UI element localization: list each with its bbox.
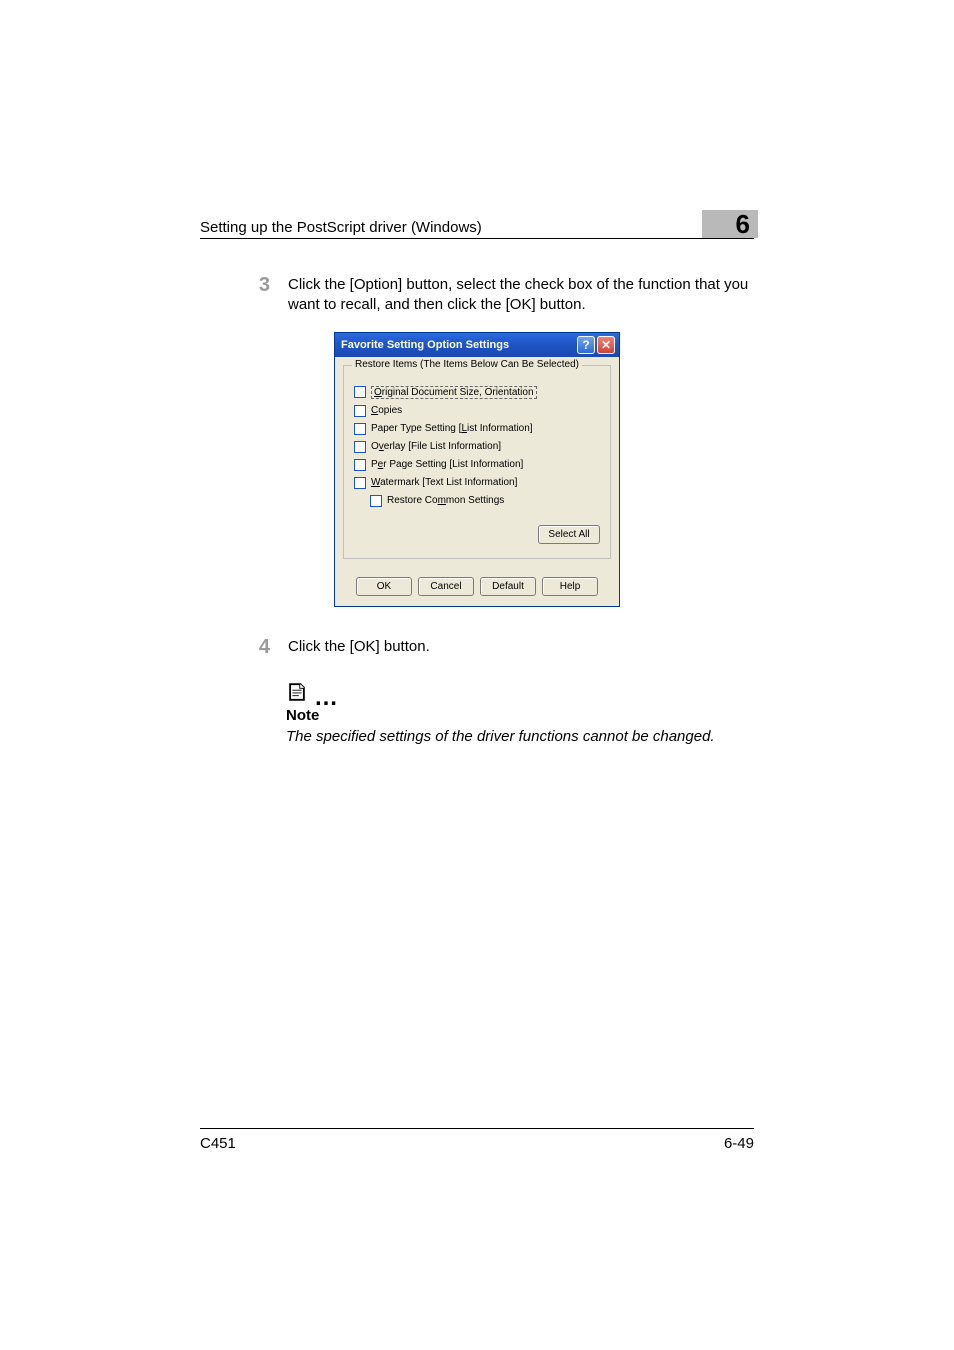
step-4: 4 Click the [OK] button.: [200, 637, 754, 657]
checkbox-label: Copies: [371, 405, 402, 416]
footer-model: C451: [200, 1135, 236, 1152]
checkbox-paper-type[interactable]: Paper Type Setting [List Information]: [354, 423, 600, 435]
default-button[interactable]: Default: [480, 577, 536, 596]
chapter-number: 6: [702, 210, 758, 238]
step-3: 3 Click the [Option] button, select the …: [200, 275, 754, 316]
select-all-button[interactable]: Select All: [538, 525, 600, 544]
step-text: Click the [Option] button, select the ch…: [288, 275, 754, 316]
footer-page: 6-49: [724, 1135, 754, 1152]
step-number: 3: [248, 275, 288, 316]
dialog-titlebar: Favorite Setting Option Settings ? ✕: [335, 333, 619, 357]
option-settings-dialog: Favorite Setting Option Settings ? ✕ Res…: [334, 332, 620, 607]
checkbox-restore-common[interactable]: Restore Common Settings: [370, 495, 600, 507]
checkbox-label: Overlay [File List Information]: [371, 441, 501, 452]
group-legend: Restore Items (The Items Below Can Be Se…: [352, 359, 582, 370]
checkbox-label: Restore Common Settings: [387, 495, 504, 506]
checkbox-original-size[interactable]: Original Document Size, Orientation: [354, 386, 600, 399]
checkbox-icon[interactable]: [354, 386, 366, 398]
note-icon: [286, 681, 308, 703]
checkbox-icon[interactable]: [354, 477, 366, 489]
dialog-title: Favorite Setting Option Settings: [341, 339, 509, 351]
checkbox-watermark[interactable]: Watermark [Text List Information]: [354, 477, 600, 489]
checkbox-icon[interactable]: [354, 459, 366, 471]
checkbox-label: Per Page Setting [List Information]: [371, 459, 523, 470]
checkbox-icon[interactable]: [354, 405, 366, 417]
section-title: Setting up the PostScript driver (Window…: [200, 219, 482, 236]
ok-button[interactable]: OK: [356, 577, 412, 596]
checkbox-label: Watermark [Text List Information]: [371, 477, 517, 488]
checkbox-label: Paper Type Setting [List Information]: [371, 423, 533, 434]
cancel-button[interactable]: Cancel: [418, 577, 474, 596]
page-footer: C451 6-49: [200, 1128, 754, 1152]
step-number: 4: [248, 637, 288, 657]
checkbox-label: Original Document Size, Orientation: [371, 386, 537, 399]
checkbox-icon[interactable]: [370, 495, 382, 507]
checkbox-per-page[interactable]: Per Page Setting [List Information]: [354, 459, 600, 471]
note-dots: …: [314, 693, 342, 703]
checkbox-copies[interactable]: Copies: [354, 405, 600, 417]
step-text: Click the [OK] button.: [288, 637, 754, 657]
checkbox-icon[interactable]: [354, 423, 366, 435]
note-label: Note: [286, 707, 754, 724]
checkbox-icon[interactable]: [354, 441, 366, 453]
page-header: Setting up the PostScript driver (Window…: [200, 210, 754, 239]
help-icon[interactable]: ?: [577, 336, 595, 354]
help-button[interactable]: Help: [542, 577, 598, 596]
note-block: … Note The specified settings of the dri…: [286, 681, 754, 745]
note-text: The specified settings of the driver fun…: [286, 728, 754, 745]
close-icon[interactable]: ✕: [597, 336, 615, 354]
restore-items-group: Restore Items (The Items Below Can Be Se…: [343, 365, 611, 559]
checkbox-overlay[interactable]: Overlay [File List Information]: [354, 441, 600, 453]
